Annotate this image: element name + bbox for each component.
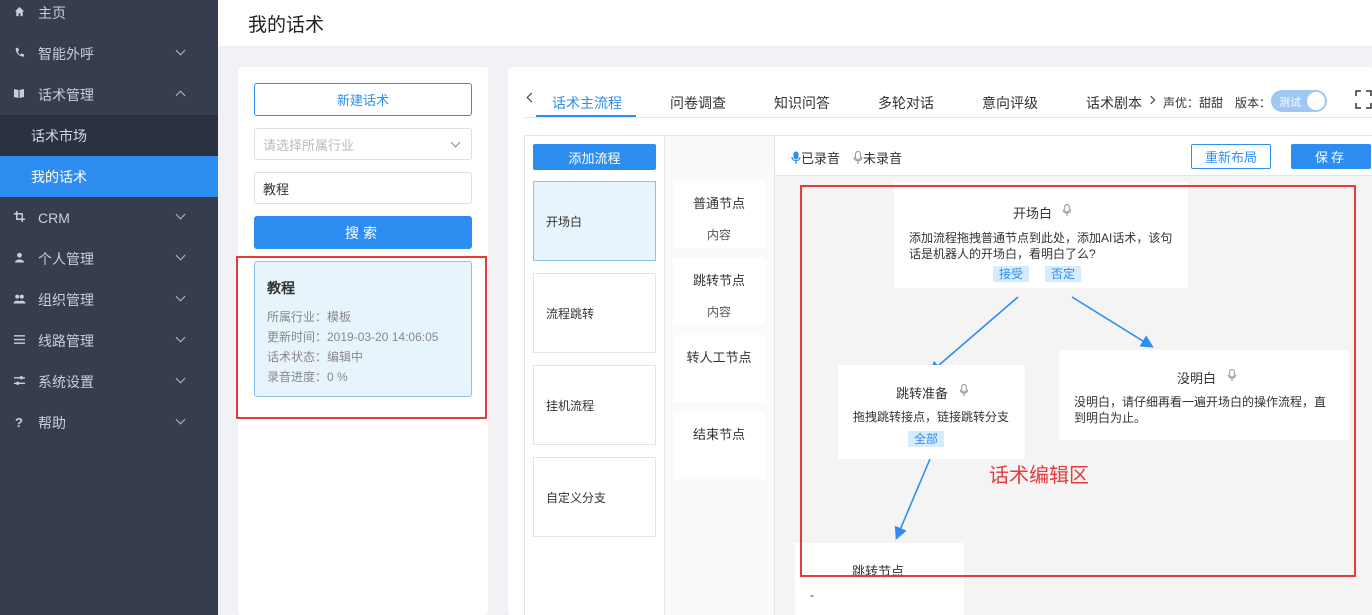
- sidebar-item-system-settings[interactable]: 系统设置: [0, 361, 218, 402]
- page-header: 我的话术: [218, 0, 1372, 46]
- sidebar-item-script-management[interactable]: 话术管理: [0, 74, 218, 115]
- sidebar-item-organization[interactable]: 组织管理: [0, 279, 218, 320]
- sidebar-item-label: 组织管理: [38, 291, 94, 308]
- editor-toolbar: 已录音 未录音 重新布局 保存: [775, 136, 1372, 176]
- chevron-down-icon: [175, 45, 186, 56]
- node-template-title: 跳转节点: [692, 273, 745, 288]
- chevron-down-icon: [175, 373, 186, 384]
- add-flow-button[interactable]: 添加流程: [533, 144, 656, 170]
- voice-label: 声优：甜甜: [1163, 96, 1224, 110]
- sidebar-item-label: 帮助: [38, 414, 66, 431]
- node-template-transfer-human[interactable]: 转人工节点: [673, 335, 765, 402]
- new-script-button[interactable]: 新建话术: [254, 83, 472, 116]
- sidebar-item-label: 线路管理: [38, 332, 94, 349]
- highlight-box: [236, 256, 487, 419]
- sidebar-item-label: 主页: [38, 4, 66, 21]
- node-template-title: 结束节点: [692, 427, 745, 442]
- flow-list: 添加流程 开场白 流程跳转 挂机流程 自定义分支: [525, 136, 665, 615]
- phone-icon: [12, 47, 26, 61]
- flow-item-opening[interactable]: 开场白: [533, 181, 656, 261]
- legend-unrecorded-label: 未录音: [863, 151, 903, 166]
- legend-recorded-label: 已录音: [801, 151, 841, 166]
- sidebar-item-personal[interactable]: 个人管理: [0, 238, 218, 279]
- sidebar-item-outbound[interactable]: 智能外呼: [0, 33, 218, 74]
- sidebar-item-lines[interactable]: 线路管理: [0, 320, 218, 361]
- node-template-title: 转人工节点: [686, 350, 752, 365]
- chevron-down-icon: [175, 250, 186, 261]
- tab-main-flow[interactable]: 话术主流程: [552, 93, 622, 113]
- version-toggle[interactable]: 测试: [1271, 90, 1327, 112]
- sidebar-item-label: 系统设置: [38, 373, 94, 390]
- chevron-right-icon[interactable]: [1146, 95, 1156, 105]
- crop-icon: [12, 210, 26, 225]
- tab-script-play[interactable]: 话术剧本: [1086, 93, 1142, 113]
- node-body: -: [810, 588, 814, 602]
- users-icon: [12, 293, 26, 307]
- tab-questionnaire[interactable]: 问卷调查: [670, 93, 726, 113]
- highlight-box: [800, 185, 1356, 577]
- flow-item-hangup[interactable]: 挂机流程: [533, 365, 656, 445]
- node-template-end[interactable]: 结束节点: [673, 412, 765, 479]
- chevron-down-icon: [450, 137, 461, 148]
- chevron-down-icon: [175, 291, 186, 302]
- tab-knowledge-qa[interactable]: 知识问答: [774, 93, 830, 113]
- search-button[interactable]: 搜索: [254, 216, 472, 249]
- legend-unrecorded: 未录音: [853, 148, 902, 167]
- search-input[interactable]: 教程: [254, 172, 472, 204]
- chevron-left-icon[interactable]: [526, 92, 537, 103]
- sidebar-item-label: CRM: [38, 209, 70, 226]
- sliders-icon: [12, 375, 26, 389]
- version-toggle-label: 测试: [1279, 97, 1301, 109]
- sidebar-item-label: 智能外呼: [38, 45, 94, 62]
- node-template-content: 内容: [706, 228, 731, 242]
- route-icon: [12, 334, 26, 348]
- sidebar-subitem-my-scripts[interactable]: 我的话术: [0, 156, 218, 197]
- tabs-divider: [524, 117, 1372, 118]
- chevron-down-icon: [175, 414, 186, 425]
- tab-intent-rating[interactable]: 意向评级: [982, 93, 1038, 113]
- flow-item-jump[interactable]: 流程跳转: [533, 273, 656, 353]
- microphone-outline-icon: [853, 150, 863, 164]
- sidebar-item-help[interactable]: ? 帮助: [0, 402, 218, 443]
- chevron-down-icon: [175, 209, 186, 220]
- chevron-up-icon: [175, 90, 186, 101]
- fullscreen-icon[interactable]: [1355, 90, 1372, 109]
- node-template-normal[interactable]: 普通节点 内容: [673, 181, 765, 248]
- toggle-knob: [1307, 92, 1325, 110]
- legend-recorded: 已录音: [791, 148, 840, 167]
- page-title: 我的话术: [248, 15, 325, 36]
- sidebar-subitem-script-market[interactable]: 话术市场: [0, 115, 218, 156]
- node-palette: 普通节点 内容 跳转节点 内容 转人工节点 结束节点: [665, 136, 775, 615]
- microphone-icon: [791, 151, 801, 164]
- industry-select[interactable]: 请选择所属行业: [254, 128, 472, 160]
- user-icon: [12, 252, 26, 266]
- chevron-down-icon: [175, 332, 186, 343]
- version-label: 版本：: [1235, 96, 1272, 110]
- save-button[interactable]: 保存: [1291, 144, 1371, 169]
- book-icon: [12, 88, 26, 102]
- sidebar-item-crm[interactable]: CRM: [0, 197, 218, 238]
- tab-multi-turn[interactable]: 多轮对话: [878, 93, 934, 113]
- node-template-title: 普通节点: [692, 196, 745, 211]
- sidebar-item-label: 话术管理: [38, 86, 94, 103]
- node-template-jump[interactable]: 跳转节点 内容: [673, 258, 765, 325]
- industry-select-placeholder: 请选择所属行业: [263, 137, 355, 153]
- home-icon: [12, 6, 26, 20]
- flow-item-custom-branch[interactable]: 自定义分支: [533, 457, 656, 537]
- sidebar-item-home[interactable]: 主页: [0, 0, 218, 33]
- help-icon: ?: [15, 415, 23, 430]
- node-template-content: 内容: [706, 305, 731, 319]
- relayout-button[interactable]: 重新布局: [1191, 144, 1271, 169]
- sidebar-item-label: 个人管理: [38, 250, 94, 267]
- sidebar: 主页 智能外呼 话术管理 话术市场 我的话术 CRM 个人管理 组织管理 线路管…: [0, 0, 218, 615]
